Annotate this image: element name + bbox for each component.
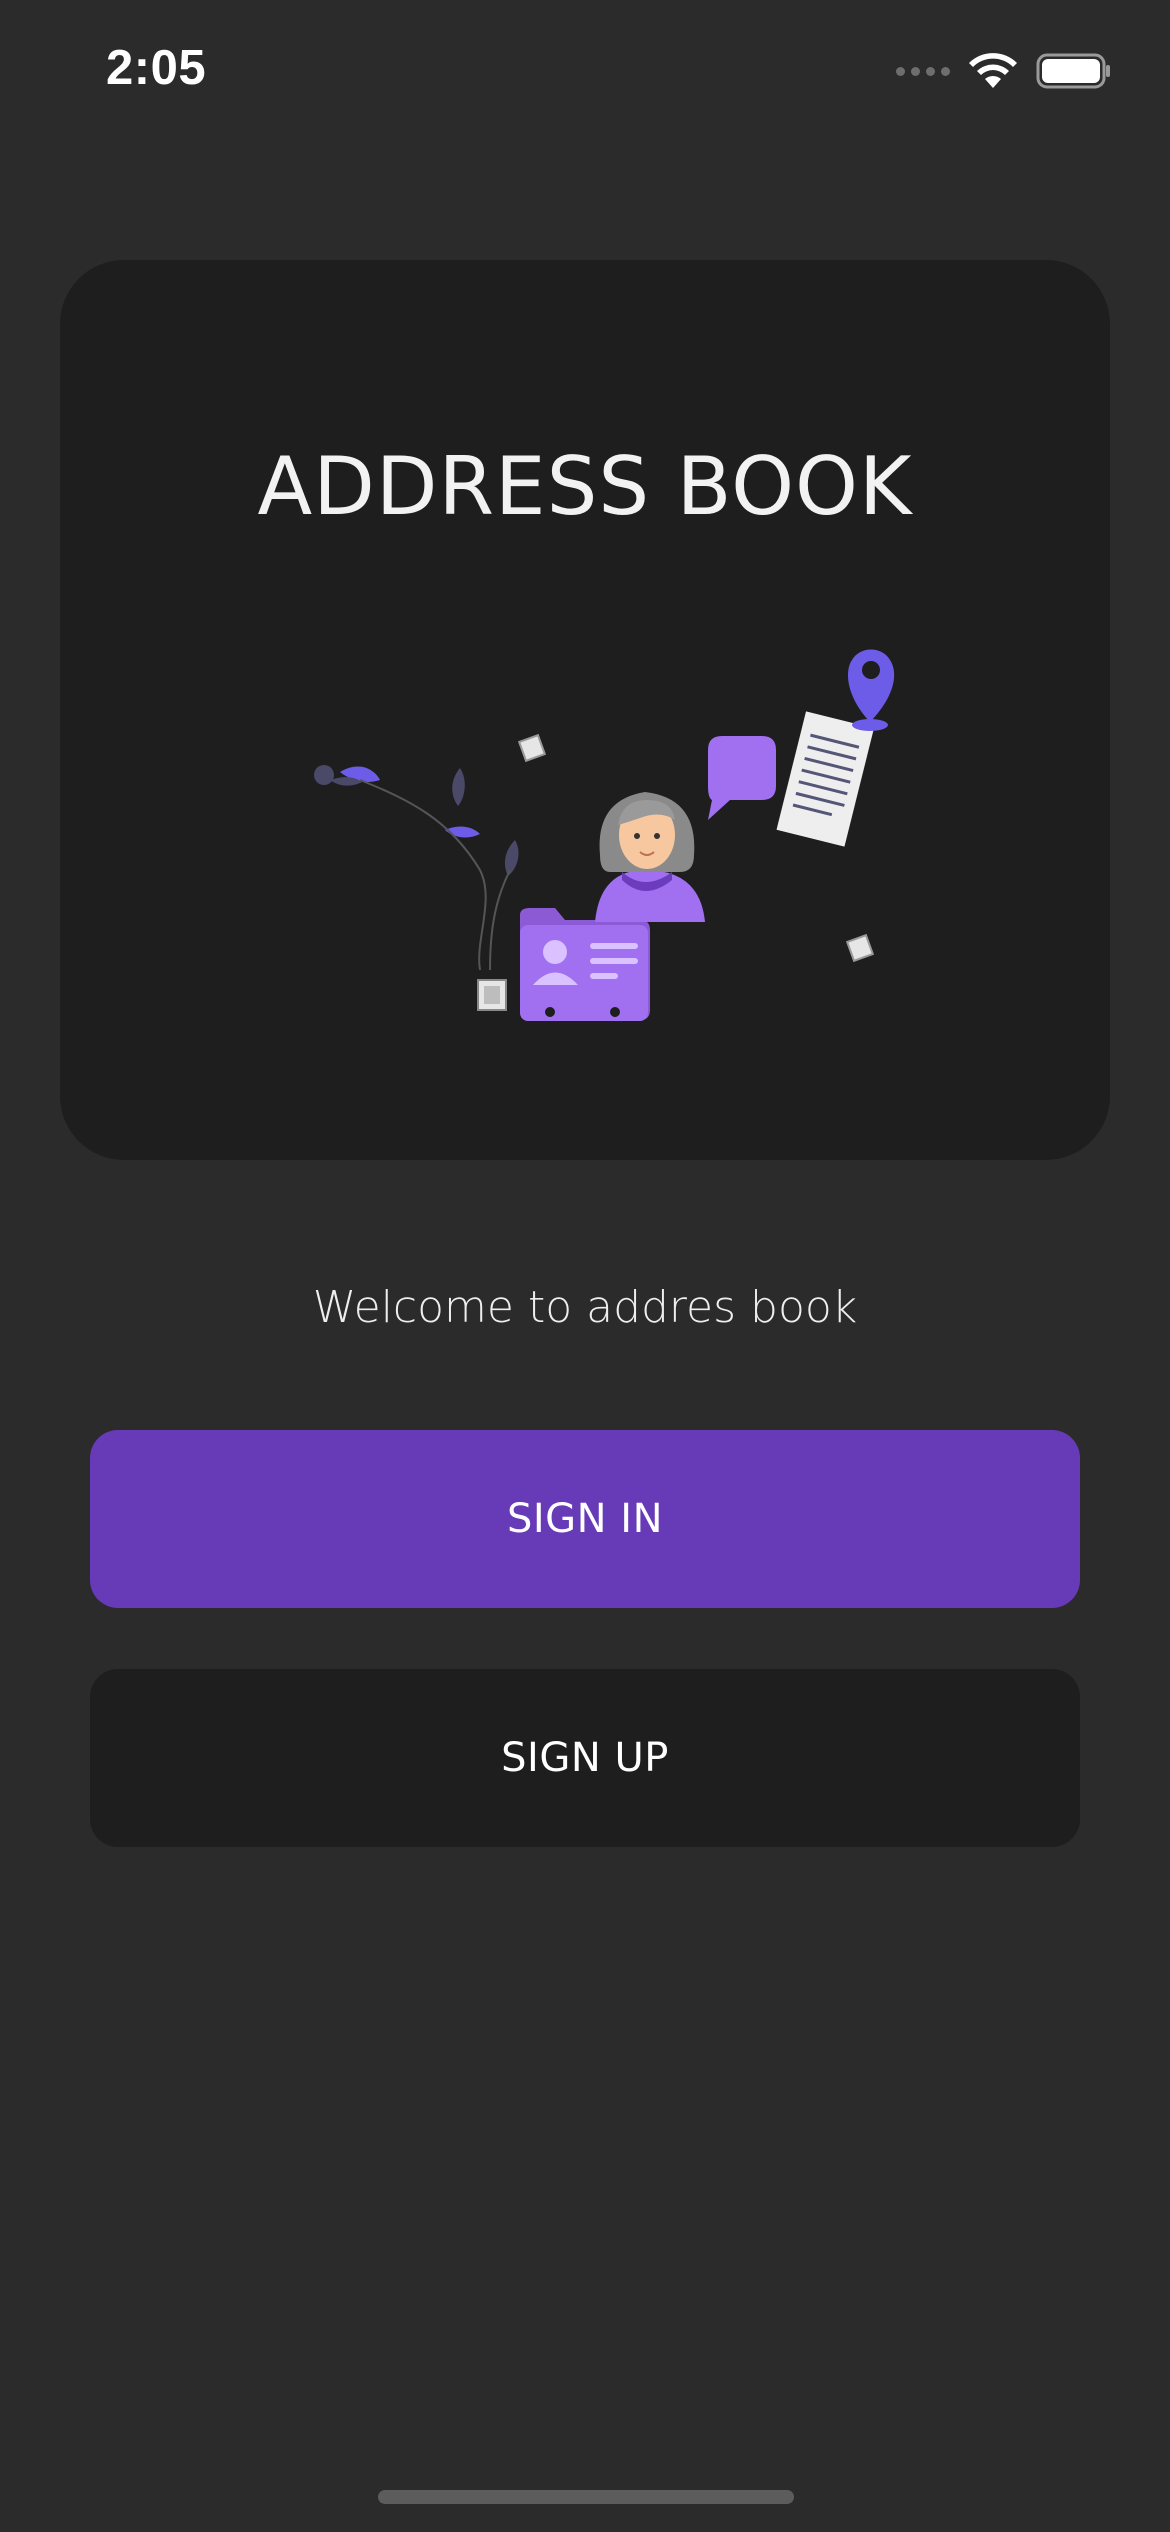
document-icon [776, 711, 874, 847]
home-indicator[interactable] [378, 2490, 794, 2504]
battery-icon [1036, 53, 1110, 89]
location-pin-icon [847, 649, 895, 731]
welcome-message: Welcome to addres book [312, 1282, 858, 1333]
welcome-screen: 2:05 ADDRESS BOOK Welcome to addres book… [0, 0, 1170, 2532]
sign-in-button[interactable]: SIGN IN [90, 1430, 1080, 1608]
signal-dots-icon [896, 66, 950, 76]
wifi-icon [969, 53, 1017, 88]
sign-up-button[interactable]: SIGN UP [90, 1669, 1080, 1847]
contact-card-icon [520, 908, 650, 1021]
chat-bubble-icon [708, 736, 776, 820]
plant-icon [314, 765, 519, 971]
app-title: ADDRESS BOOK [257, 440, 913, 533]
address-book-illustration [314, 649, 895, 1021]
status-time: 2:05 [106, 41, 207, 95]
woman-avatar-icon [595, 792, 705, 922]
status-icons [896, 52, 1112, 90]
hero-card: ADDRESS BOOK [60, 260, 1110, 1160]
